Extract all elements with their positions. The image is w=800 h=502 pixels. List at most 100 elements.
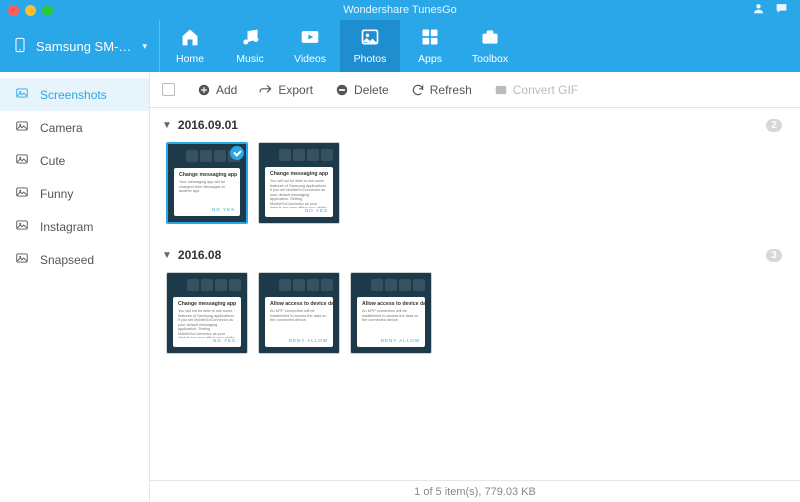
thumb-dialog-title: Allow access to device data bbox=[362, 301, 420, 307]
thumb-dialog-actions: DENY ALLOW bbox=[362, 338, 420, 343]
sidebar-item-label: Screenshots bbox=[40, 88, 107, 102]
add-label: Add bbox=[216, 83, 237, 97]
thumb-dialog-title: Change messaging app bbox=[179, 172, 235, 178]
photo-group: ▼ 2016.08 3 Change messaging app You will … bbox=[162, 244, 798, 360]
thumb-top-icons bbox=[265, 279, 333, 295]
album-icon bbox=[14, 86, 30, 103]
tab-label: Photos bbox=[354, 53, 387, 65]
sidebar-item-screenshots[interactable]: Screenshots bbox=[0, 78, 149, 111]
thumb-top-icons bbox=[265, 149, 333, 165]
group-date: 2016.09.01 bbox=[178, 118, 238, 132]
album-icon bbox=[14, 185, 30, 202]
toolbar: Add Export Delete Refresh Convert GIF bbox=[150, 72, 800, 108]
thumb-dialog: Allow access to device data An MTP conne… bbox=[357, 297, 425, 347]
chevron-down-icon: ▾ bbox=[142, 41, 147, 52]
photo-thumbnail[interactable]: Change messaging app Your messaging app … bbox=[166, 142, 248, 224]
thumb-dialog-body: An MTP connection will be established to… bbox=[270, 309, 328, 338]
status-bar: 1 of 5 item(s), 779.03 KB bbox=[150, 480, 800, 502]
tab-label: Apps bbox=[418, 53, 442, 65]
sidebar-item-instagram[interactable]: Instagram bbox=[0, 210, 149, 243]
sidebar-item-label: Cute bbox=[40, 154, 65, 168]
window-controls bbox=[0, 5, 53, 16]
sidebar-item-label: Instagram bbox=[40, 220, 93, 234]
group-date: 2016.08 bbox=[178, 248, 221, 262]
refresh-label: Refresh bbox=[430, 83, 472, 97]
nav-tabs: Home Music Videos Photos Apps Toolbox bbox=[160, 20, 520, 72]
thumb-dialog: Change messaging app Your messaging app … bbox=[174, 168, 240, 216]
minimize-window-button[interactable] bbox=[25, 5, 36, 16]
toolbox-icon bbox=[480, 27, 500, 50]
tab-label: Toolbox bbox=[472, 53, 508, 65]
tab-toolbox[interactable]: Toolbox bbox=[460, 20, 520, 72]
tab-label: Home bbox=[176, 53, 204, 65]
thumb-dialog-title: Change messaging app bbox=[270, 171, 328, 177]
photo-thumbnail[interactable]: Change messaging app You will not be abl… bbox=[258, 142, 340, 224]
thumb-top-icons bbox=[173, 279, 241, 295]
group-header[interactable]: ▼2016.09.012 bbox=[162, 114, 798, 136]
thumb-dialog-body: You will not be able to use some feature… bbox=[178, 309, 236, 338]
home-icon bbox=[180, 27, 200, 50]
apps-icon bbox=[420, 27, 440, 50]
add-button[interactable]: Add bbox=[197, 83, 237, 97]
sidebar-item-label: Camera bbox=[40, 121, 83, 135]
content-area: Add Export Delete Refresh Convert GIF ▼ 2… bbox=[150, 72, 800, 502]
export-button[interactable]: Export bbox=[259, 83, 313, 97]
tab-home[interactable]: Home bbox=[160, 20, 220, 72]
group-count-badge: 3 bbox=[766, 249, 782, 262]
thumb-dialog-body: You will not be able to use some feature… bbox=[270, 179, 328, 208]
group-header[interactable]: ▼ 2016.08 3 bbox=[162, 244, 798, 266]
delete-button[interactable]: Delete bbox=[335, 83, 389, 97]
sidebar: Screenshots Camera Cute Funny Instagram Snaps… bbox=[0, 72, 150, 502]
music-icon bbox=[240, 27, 260, 50]
phone-icon bbox=[12, 34, 28, 59]
thumb-dialog-title: Change messaging app bbox=[178, 301, 236, 307]
gallery: ▼2016.09.012 Change messaging app Your m… bbox=[150, 108, 800, 480]
sidebar-item-label: Funny bbox=[40, 187, 73, 201]
album-icon bbox=[14, 152, 30, 169]
photo-thumbnail[interactable]: Allow access to device data An MTP conne… bbox=[258, 272, 340, 354]
convert-gif-button[interactable]: Convert GIF bbox=[494, 83, 578, 97]
thumb-dialog-actions: NO YES bbox=[270, 208, 328, 213]
close-window-button[interactable] bbox=[8, 5, 19, 16]
photo-thumbnail[interactable]: Allow access to device data An MTP conne… bbox=[350, 272, 432, 354]
sidebar-item-snapseed[interactable]: Snapseed bbox=[0, 243, 149, 276]
device-selector[interactable]: Samsung SM-G... ▾ bbox=[0, 20, 160, 72]
thumbnail-row: Change messaging app Your messaging app … bbox=[162, 136, 798, 230]
photo-thumbnail[interactable]: Change messaging app You will not be abl… bbox=[166, 272, 248, 354]
video-icon bbox=[300, 27, 320, 50]
delete-label: Delete bbox=[354, 83, 389, 97]
select-all-checkbox[interactable] bbox=[162, 83, 175, 96]
feedback-icon[interactable] bbox=[775, 2, 788, 18]
device-name: Samsung SM-G... bbox=[36, 39, 134, 54]
main-area: Screenshots Camera Cute Funny Instagram Snaps… bbox=[0, 72, 800, 502]
album-icon bbox=[14, 251, 30, 268]
tab-video[interactable]: Videos bbox=[280, 20, 340, 72]
sidebar-item-camera[interactable]: Camera bbox=[0, 111, 149, 144]
maximize-window-button[interactable] bbox=[42, 5, 53, 16]
tab-photo[interactable]: Photos bbox=[340, 20, 400, 72]
thumb-dialog: Allow access to device data An MTP conne… bbox=[265, 297, 333, 347]
selected-check-icon bbox=[230, 146, 244, 160]
thumb-dialog-title: Allow access to device data bbox=[270, 301, 328, 307]
tab-label: Music bbox=[236, 53, 263, 65]
thumb-dialog-actions: NO YES bbox=[179, 207, 235, 212]
thumb-dialog-body: Your messaging app will be changed from … bbox=[179, 180, 235, 207]
header-nav: Samsung SM-G... ▾ Home Music Videos Photos A… bbox=[0, 20, 800, 72]
thumb-dialog-actions: DENY ALLOW bbox=[270, 338, 328, 343]
tab-music[interactable]: Music bbox=[220, 20, 280, 72]
album-icon bbox=[14, 119, 30, 136]
collapse-icon: ▼ bbox=[162, 120, 172, 131]
thumb-top-icons bbox=[357, 279, 425, 295]
user-icon[interactable] bbox=[752, 2, 765, 18]
scrollbar[interactable] bbox=[790, 110, 798, 478]
photo-group: ▼2016.09.012 Change messaging app Your m… bbox=[162, 114, 798, 230]
thumb-dialog: Change messaging app You will not be abl… bbox=[173, 297, 241, 347]
sidebar-item-cute[interactable]: Cute bbox=[0, 144, 149, 177]
thumb-dialog-actions: NO YES bbox=[178, 338, 236, 343]
sidebar-item-funny[interactable]: Funny bbox=[0, 177, 149, 210]
refresh-button[interactable]: Refresh bbox=[411, 83, 472, 97]
photo-icon bbox=[360, 27, 380, 50]
tab-apps[interactable]: Apps bbox=[400, 20, 460, 72]
thumb-dialog: Change messaging app You will not be abl… bbox=[265, 167, 333, 217]
collapse-icon: ▼ bbox=[162, 250, 172, 261]
